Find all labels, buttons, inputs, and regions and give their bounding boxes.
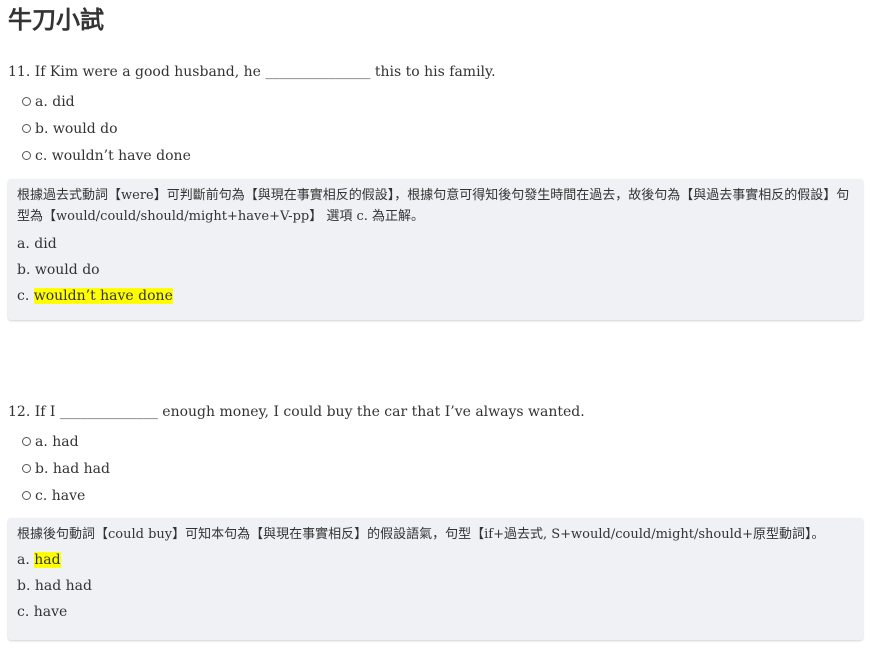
question-12: 12. If I ______________ enough money, I … [8,402,868,509]
answer-text: had had [34,578,92,594]
option-b[interactable]: b. had had [8,455,868,482]
answer-option-c: c. wouldn’t have done [17,288,173,304]
explanation-text: 根據後句動詞【could buy】可知本句為【與現在事實相反】的假設語氣，句型【… [17,527,825,542]
option-label: c. wouldn’t have done [35,147,191,164]
explanation-text: 根據過去式動詞【were】可判斷前句為【與現在事實相反的假設】，根據句意可得知後… [17,188,850,224]
question-11: 11. If Kim were a good husband, he _____… [8,62,868,169]
page-title: 牛刀小試 [8,6,104,34]
answer-option-a: a. had [17,552,61,568]
radio-button[interactable] [22,151,31,160]
option-label: a. did [35,93,75,110]
answer-option-b: b. would do [17,262,100,278]
option-label: c. have [35,487,86,504]
option-a[interactable]: a. had [8,428,868,455]
radio-button[interactable] [22,437,31,446]
answer-option-b: b. had had [17,578,92,594]
options-list: a. did b. would do c. wouldn’t have done [8,88,868,169]
answer-option-a: a. did [17,236,57,252]
radio-button[interactable] [22,464,31,473]
answer-text: did [34,236,57,252]
correct-answer-highlight: wouldn’t have done [33,288,173,304]
option-label: b. would do [35,120,118,137]
option-label: a. had [35,433,79,450]
option-c[interactable]: c. wouldn’t have done [8,142,868,169]
option-c[interactable]: c. have [8,482,868,509]
answer-text: would do [34,262,100,278]
explanation-panel-12: 根據後句動詞【could buy】可知本句為【與現在事實相反】的假設語氣，句型【… [8,518,863,640]
explanation-panel-11: 根據過去式動詞【were】可判斷前句為【與現在事實相反的假設】，根據句意可得知後… [8,179,863,320]
answer-text: have [33,604,68,620]
option-a[interactable]: a. did [8,88,868,115]
correct-answer-highlight: had [34,552,61,568]
radio-button[interactable] [22,491,31,500]
option-label: b. had had [35,460,110,477]
answer-option-c: c. have [17,604,68,620]
option-b[interactable]: b. would do [8,115,868,142]
radio-button[interactable] [22,124,31,133]
question-text: 12. If I ______________ enough money, I … [8,404,585,420]
question-text: 11. If Kim were a good husband, he _____… [8,64,496,80]
options-list: a. had b. had had c. have [8,428,868,509]
radio-button[interactable] [22,97,31,106]
